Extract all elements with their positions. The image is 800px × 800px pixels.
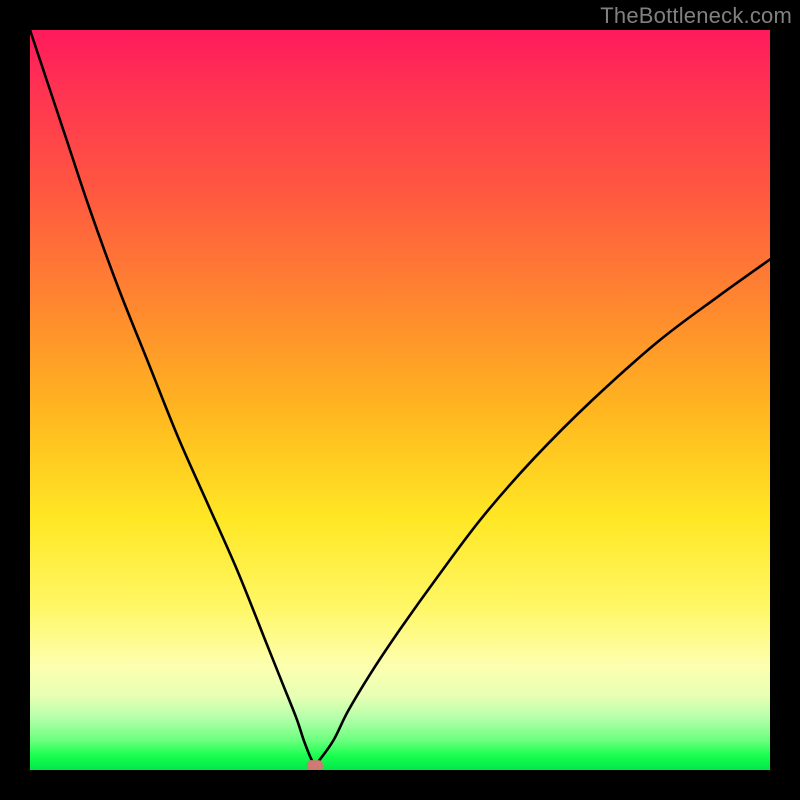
watermark-text: TheBottleneck.com (600, 3, 792, 29)
bottleneck-curve (30, 30, 770, 764)
minimum-marker (307, 761, 322, 770)
curve-svg (30, 30, 770, 770)
plot-area (30, 30, 770, 770)
chart-stage: TheBottleneck.com (0, 0, 800, 800)
